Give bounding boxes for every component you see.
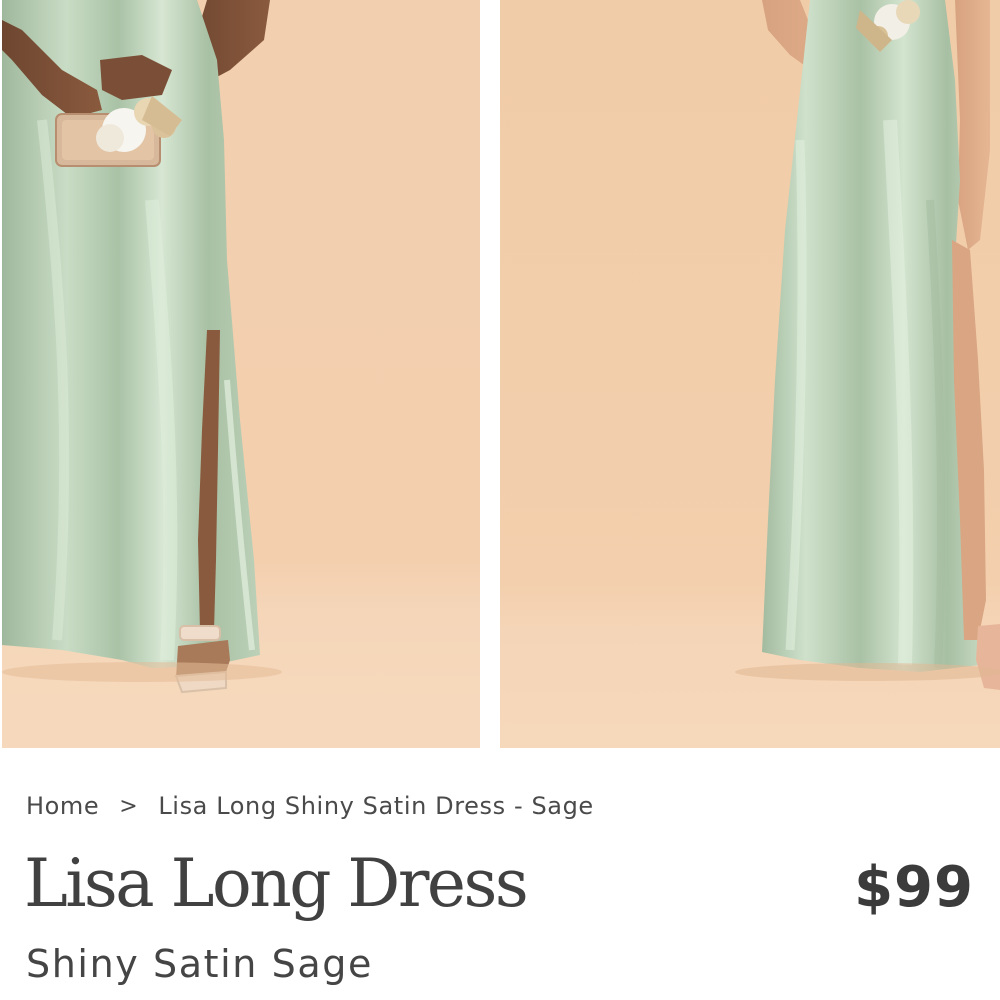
product-title: Lisa Long Dress (24, 845, 529, 922)
product-image-1[interactable] (2, 0, 480, 748)
breadcrumb: Home > Lisa Long Shiny Satin Dress - Sag… (26, 786, 594, 826)
breadcrumb-current: Lisa Long Shiny Satin Dress - Sage (158, 792, 594, 820)
product-photo-front (2, 0, 480, 748)
product-variant: Shiny Satin Sage (26, 942, 373, 986)
product-price: $99 (854, 855, 974, 920)
breadcrumb-home-link[interactable]: Home (26, 792, 99, 820)
product-image-gallery (0, 0, 1000, 750)
product-photo-side (500, 0, 1000, 748)
breadcrumb-chevron-icon: > (119, 793, 139, 819)
product-image-2[interactable] (500, 0, 1000, 748)
